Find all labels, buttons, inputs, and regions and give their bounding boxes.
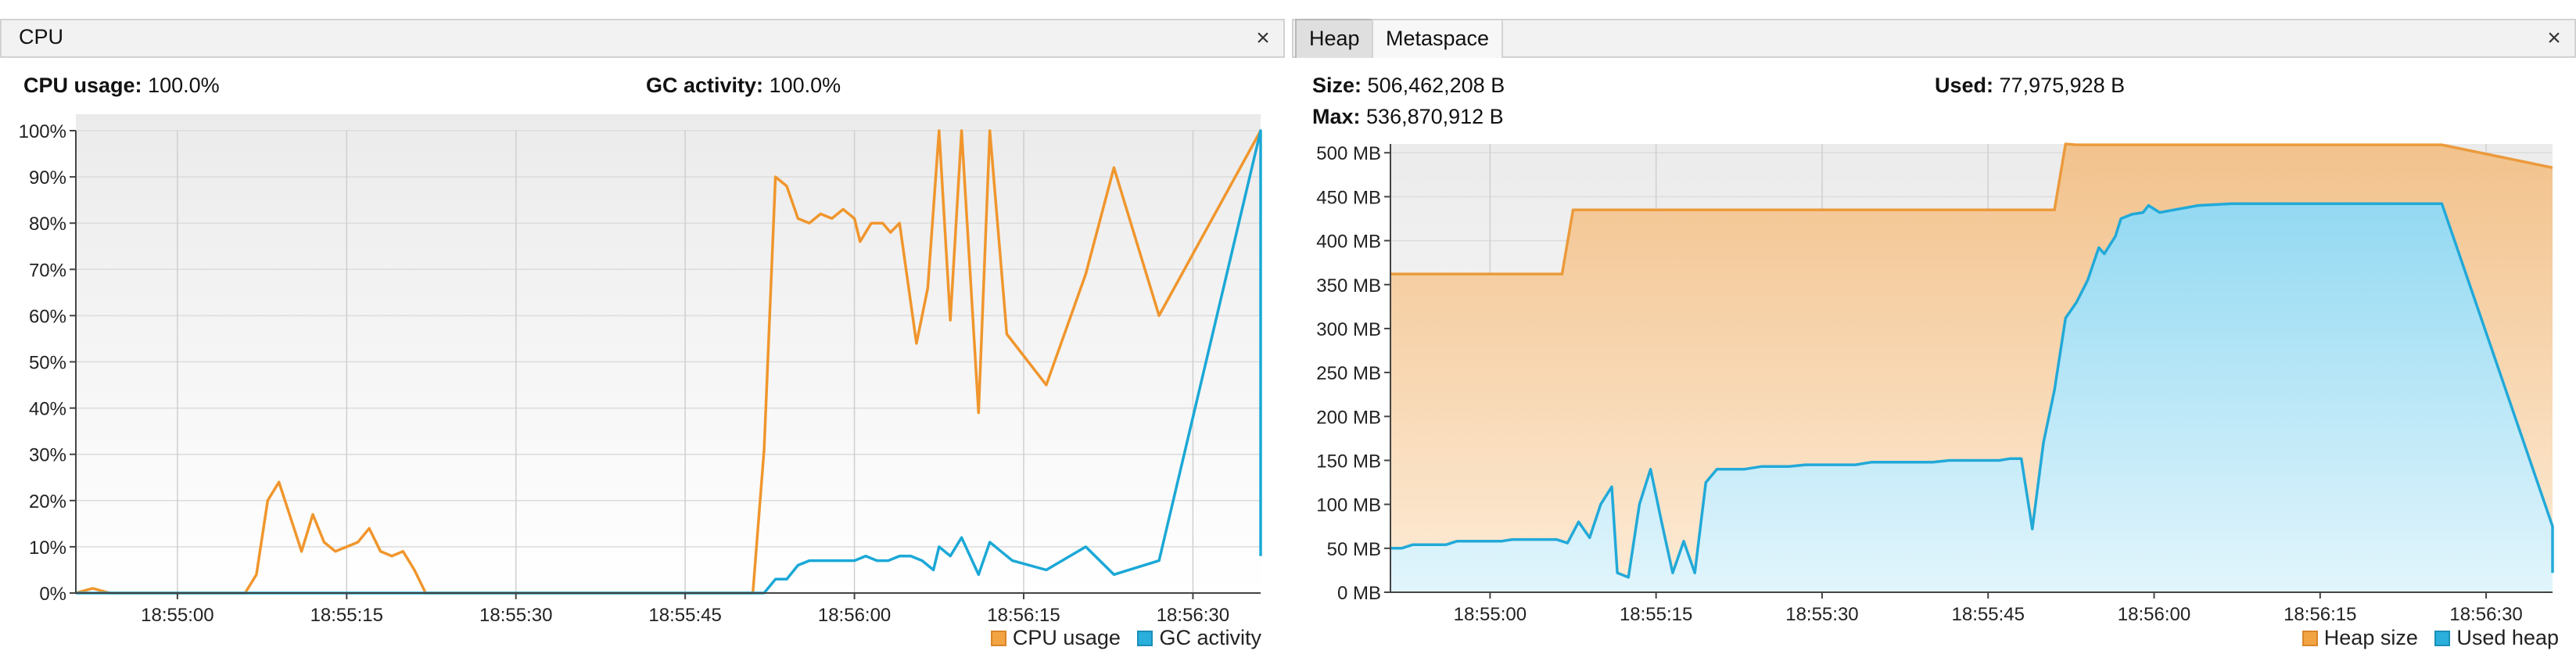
x-tick-label: 18:55:45 — [648, 605, 721, 626]
y-tick-label: 50% — [29, 353, 66, 374]
y-tick-label: 500 MB — [1316, 143, 1381, 164]
legend-heap-size[interactable]: Heap size — [2302, 626, 2424, 649]
y-tick-label: 70% — [29, 260, 66, 281]
heap-size-legend-label: Heap size — [2323, 626, 2418, 649]
cpu-legend: CPU usage GC activity — [980, 626, 1261, 650]
x-tick-label: 18:55:30 — [479, 605, 552, 626]
memory-panel: Heap Metaspace × Size: 506,462,208 B Max… — [1292, 0, 2576, 665]
y-tick-label: 400 MB — [1316, 232, 1381, 253]
legend-used-heap[interactable]: Used heap — [2434, 626, 2559, 649]
y-tick-label: 0% — [39, 584, 66, 605]
y-tick-label: 40% — [29, 399, 66, 420]
x-tick-label: 18:56:30 — [2449, 604, 2522, 625]
y-tick-label: 20% — [29, 491, 66, 512]
heap-legend: Heap size Used heap — [2291, 626, 2559, 650]
x-tick-label: 18:56:15 — [2284, 604, 2356, 625]
y-tick-label: 60% — [29, 306, 66, 327]
legend-cpu-usage[interactable]: CPU usage — [990, 626, 1127, 649]
x-tick-label: 18:55:15 — [1620, 604, 1692, 625]
y-tick-label: 300 MB — [1316, 319, 1381, 340]
cpu-chart: 0% 10% 20% 30% 40% 50% 60% 70% 80% 90% 100% 18:55:0… — [19, 114, 1262, 626]
gc-activity-swatch — [1137, 631, 1153, 646]
x-tick-label: 18:56:15 — [987, 605, 1060, 626]
y-tick-label: 90% — [29, 167, 66, 189]
y-tick-label: 200 MB — [1316, 407, 1381, 428]
y-tick-label: 10% — [29, 537, 66, 559]
heap-size-swatch — [2302, 631, 2318, 646]
y-tick-label: 0 MB — [1337, 583, 1381, 604]
cpu-plot-area — [76, 114, 1261, 593]
legend-gc-activity[interactable]: GC activity — [1137, 626, 1261, 649]
x-tick-label: 18:55:45 — [1952, 604, 2025, 625]
y-tick-label: 80% — [29, 214, 66, 235]
y-tick-label: 50 MB — [1327, 539, 1381, 560]
y-tick-label: 100% — [19, 121, 66, 142]
x-tick-label: 18:55:00 — [1454, 604, 1527, 625]
x-tick-label: 18:55:15 — [310, 605, 383, 626]
used-heap-legend-label: Used heap — [2456, 626, 2559, 649]
cpu-usage-swatch — [990, 631, 1006, 646]
x-tick-label: 18:55:30 — [1785, 604, 1858, 625]
y-tick-label: 150 MB — [1316, 451, 1381, 472]
y-tick-label: 250 MB — [1316, 363, 1381, 384]
used-heap-swatch — [2434, 631, 2451, 646]
heap-chart: 0 MB 50 MB 100 MB 150 MB 200 MB 250 MB 300 MB 3… — [1316, 142, 2554, 625]
cpu-usage-legend-label: CPU usage — [1012, 626, 1121, 649]
y-tick-label: 30% — [29, 445, 66, 466]
y-tick-label: 350 MB — [1316, 275, 1381, 297]
y-tick-label: 450 MB — [1316, 187, 1381, 208]
x-tick-label: 18:56:30 — [1157, 605, 1229, 626]
cpu-panel: CPU × CPU usage: 100.0% GC activity: 100… — [0, 0, 1285, 665]
gc-activity-legend-label: GC activity — [1159, 626, 1261, 649]
y-tick-label: 100 MB — [1316, 495, 1381, 516]
x-tick-label: 18:55:00 — [141, 605, 213, 626]
x-tick-label: 18:56:00 — [818, 605, 891, 626]
x-tick-label: 18:56:00 — [2118, 604, 2190, 625]
